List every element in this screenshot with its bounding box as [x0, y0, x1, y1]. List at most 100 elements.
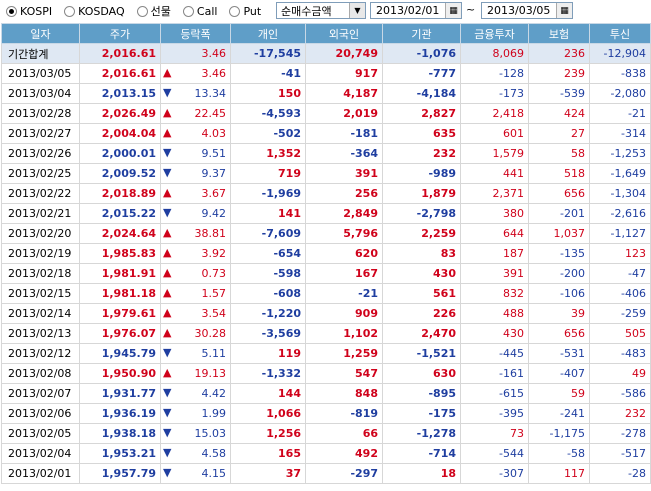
financial-investment-cell: 73 [460, 423, 529, 444]
table-row[interactable]: 2013/02/07 1,931.77 ▼ 4.42 144 848 -895 -615 59-… [1, 383, 651, 404]
table-row[interactable]: 2013/02/06 1,936.19 ▼ 1.99 1,066 -819 -175 -395… [1, 403, 651, 424]
table-row[interactable]: 2013/03/04 2,013.15 ▼ 13.34 150 4,187 -4,184 -1… [1, 83, 651, 104]
table-row[interactable]: 2013/02/26 2,000.01 ▼ 9.51 1,352 -364 232 1,579… [1, 143, 651, 164]
individual-cell: -1,332 [230, 363, 306, 384]
table-row[interactable]: 2013/02/21 2,015.22 ▼ 9.42 141 2,849 -2,798 380… [1, 203, 651, 224]
change-cell: ▲ 30.28 [160, 323, 231, 344]
date-to-value: 2013/03/05 [487, 4, 551, 17]
calendar-icon[interactable]: ▦ [445, 3, 461, 18]
calendar-icon[interactable]: ▦ [556, 3, 572, 18]
radio-button-icon[interactable] [229, 5, 241, 17]
foreign-cell: 256 [305, 183, 383, 204]
chevron-down-icon[interactable]: ▼ [349, 3, 365, 18]
radio-button-icon[interactable] [6, 5, 17, 17]
financial-investment-cell: -173 [460, 83, 529, 104]
insurance-cell: 39 [528, 303, 590, 324]
date-cell: 2013/02/05 [1, 423, 80, 444]
arrow-up-icon: ▲ [163, 226, 172, 239]
date-cell: 2013/02/27 [1, 123, 80, 144]
table-row[interactable]: 2013/02/13 1,976.07 ▲ 30.28 -3,569 1,102 2,470… [1, 323, 651, 344]
table-row[interactable]: 2013/02/04 1,953.21 ▼ 4.58 165 492 -714 -544 -58… [1, 443, 651, 464]
radio-button-icon[interactable] [64, 5, 76, 17]
price-cell: 2,018.89 [79, 183, 161, 204]
radio-선물[interactable]: 선물 [136, 3, 171, 19]
table-row[interactable]: 2013/02/12 1,945.79 ▼ 5.11 119 1,259 -1,521 -44… [1, 343, 651, 364]
radio-button-icon[interactable] [182, 5, 194, 17]
table-row[interactable]: 2013/02/08 1,950.90 ▲ 19.13 -1,332 547 630 -161… [1, 363, 651, 384]
column-header[interactable]: 기관 [382, 23, 461, 44]
change-cell: ▲ 3.46 [160, 63, 231, 84]
individual-cell: 119 [230, 343, 306, 364]
column-header[interactable]: 금융투자 [460, 23, 529, 44]
column-header[interactable]: 주가 [79, 23, 161, 44]
table-row[interactable]: 2013/02/18 1,981.91 ▲ 0.73 -598 167 430 391 -200… [1, 263, 651, 284]
individual-cell: 37 [230, 463, 306, 484]
financial-investment-cell: -395 [460, 403, 529, 424]
individual-cell: 144 [230, 383, 306, 404]
date-cell: 2013/02/19 [1, 243, 80, 264]
table-row[interactable]: 2013/02/14 1,979.61 ▲ 3.54 -1,220 909 226 488 39… [1, 303, 651, 324]
insurance-cell: -531 [528, 343, 590, 364]
institution-cell: 2,827 [382, 103, 461, 124]
radio-call[interactable]: Call [182, 4, 218, 18]
column-header[interactable]: 등락폭 [160, 23, 231, 44]
date-from-field[interactable]: 2013/02/01 ▦ [370, 2, 462, 19]
amount-type-select[interactable]: 순매수금액 ▼ [276, 2, 366, 19]
arrow-up-icon: ▲ [163, 326, 172, 339]
insurance-cell: -58 [528, 443, 590, 464]
investment-trust-cell: -1,649 [589, 163, 651, 184]
table-row[interactable]: 2013/02/27 2,004.04 ▲ 4.03 -502 -181 635 601 27-… [1, 123, 651, 144]
table-row[interactable]: 2013/02/20 2,024.64 ▲ 38.81 -7,609 5,796 2,259… [1, 223, 651, 244]
arrow-up-icon: ▲ [163, 126, 172, 139]
arrow-down-icon: ▼ [163, 446, 172, 459]
investment-trust-cell: -28 [589, 463, 651, 484]
arrow-down-icon: ▼ [163, 406, 172, 419]
investment-trust-cell: -1,127 [589, 223, 651, 244]
institution-cell: -175 [382, 403, 461, 424]
change-value: 38.81 [194, 227, 227, 240]
change-cell: 3.46 [160, 43, 231, 64]
foreign-cell: 66 [305, 423, 383, 444]
financial-investment-cell: -128 [460, 63, 529, 84]
date-cell: 2013/02/06 [1, 403, 80, 424]
table-row[interactable]: 2013/03/05 2,016.61 ▲ 3.46 -41 917 -777 -128 239… [1, 63, 651, 84]
table-row[interactable]: 2013/02/01 1,957.79 ▼ 4.15 37 -297 18 -307 117 -2… [1, 463, 651, 484]
radio-put[interactable]: Put [229, 5, 261, 18]
table-row[interactable]: 2013/02/19 1,985.83 ▲ 3.92 -654 620 83 187 -135 1… [1, 243, 651, 264]
radio-button-icon[interactable] [136, 5, 148, 17]
price-cell: 1,981.91 [79, 263, 161, 284]
column-header[interactable]: 보험 [528, 23, 590, 44]
individual-cell: -502 [230, 123, 306, 144]
change-cell: ▼ 13.34 [160, 83, 231, 104]
arrow-up-icon: ▲ [163, 186, 172, 199]
table-row[interactable]: 2013/02/05 1,938.18 ▼ 15.03 1,256 66 -1,278 73-… [1, 423, 651, 444]
change-cell: ▲ 1.57 [160, 283, 231, 304]
table-row[interactable]: 2013/02/22 2,018.89 ▲ 3.67 -1,969 256 1,879 2,3… [1, 183, 651, 204]
column-header[interactable]: 개인 [230, 23, 306, 44]
column-header[interactable]: 일자 [1, 23, 80, 44]
table-row[interactable]: 2013/02/15 1,981.18 ▲ 1.57 -608 -21 561 832 -106… [1, 283, 651, 304]
column-header[interactable]: 투신 [589, 23, 651, 44]
radio-kospi[interactable]: KOSPI [6, 5, 52, 18]
investment-trust-cell: 49 [589, 363, 651, 384]
arrow-down-icon: ▼ [163, 166, 172, 179]
foreign-cell: 391 [305, 163, 383, 184]
date-to-field[interactable]: 2013/03/05 ▦ [481, 2, 573, 19]
table-row[interactable]: 2013/02/25 2,009.52 ▼ 9.37 719 391 -989 441 518-… [1, 163, 651, 184]
change-cell: ▼ 1.99 [160, 403, 231, 424]
price-cell: 2,026.49 [79, 103, 161, 124]
summary-row[interactable]: 기간합계 2,016.61 3.46 -17,545 20,749 -1,076 8,069… [1, 43, 651, 64]
radio-kosdaq[interactable]: KOSDAQ [64, 5, 125, 18]
price-cell: 1,979.61 [79, 303, 161, 324]
table-row[interactable]: 2013/02/28 2,026.49 ▲ 22.45 -4,593 2,019 2,827… [1, 103, 651, 124]
radio-label: Call [196, 4, 218, 18]
date-cell: 2013/03/05 [1, 63, 80, 84]
institution-cell: 18 [382, 463, 461, 484]
price-cell: 1,976.07 [79, 323, 161, 344]
institution-cell: -777 [382, 63, 461, 84]
change-value: 4.58 [201, 447, 227, 460]
column-header[interactable]: 외국인 [305, 23, 383, 44]
investment-trust-cell: -586 [589, 383, 651, 404]
change-value: 3.54 [201, 307, 227, 320]
change-value: 9.51 [201, 147, 227, 160]
